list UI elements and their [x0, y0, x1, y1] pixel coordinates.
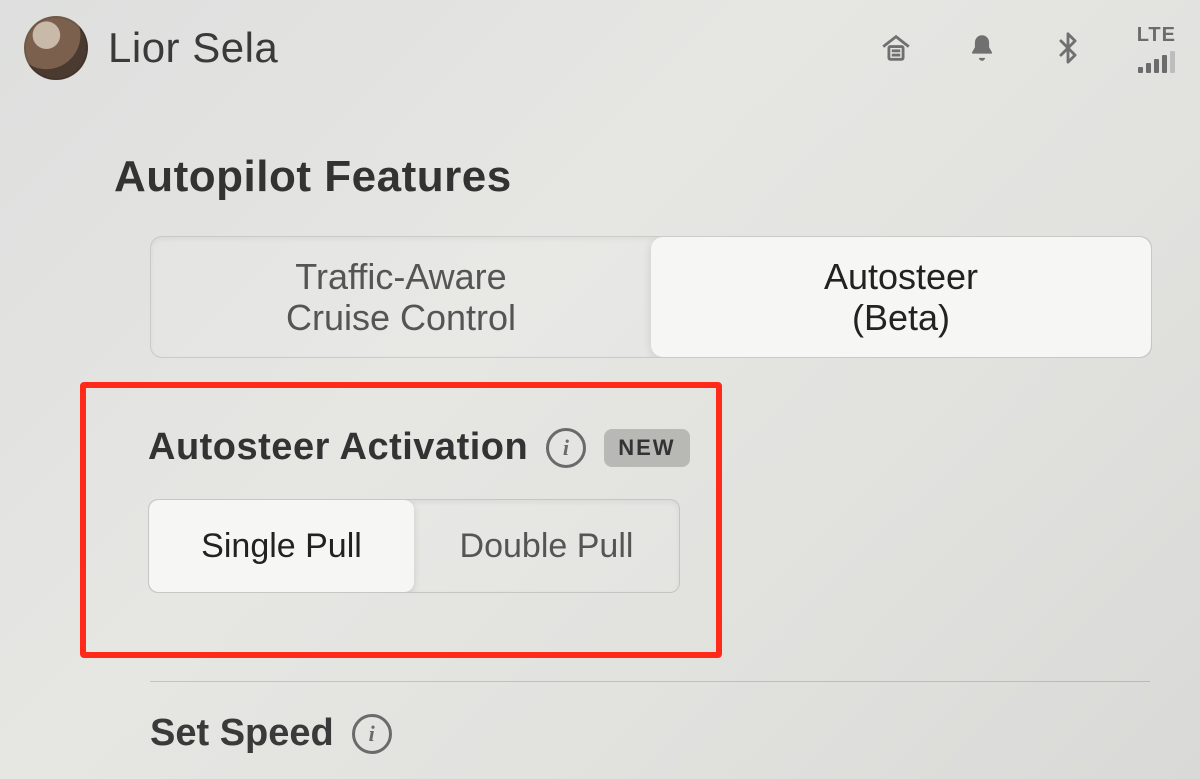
status-bar: Lior Sela LTE	[0, 8, 1200, 88]
activation-heading-row: Autosteer Activation i NEW	[148, 426, 1132, 469]
bluetooth-icon[interactable]	[1051, 31, 1085, 65]
profile-name: Lior Sela	[108, 24, 278, 72]
info-icon[interactable]: i	[546, 428, 586, 468]
signal-bars-icon	[1138, 51, 1175, 73]
signal-label: LTE	[1137, 24, 1176, 47]
homelink-icon[interactable]	[879, 31, 913, 65]
mode-option-autosteer[interactable]: Autosteer (Beta)	[651, 237, 1151, 357]
activation-heading: Autosteer Activation	[148, 426, 528, 469]
divider	[150, 681, 1150, 682]
status-icons: LTE	[879, 24, 1176, 73]
profile-chip[interactable]: Lior Sela	[24, 16, 278, 80]
set-speed-heading: Set Speed	[150, 712, 334, 755]
autopilot-mode-toggle: Traffic-Aware Cruise Control Autosteer (…	[150, 236, 1152, 358]
mode-option-tacc[interactable]: Traffic-Aware Cruise Control	[151, 237, 651, 357]
avatar	[24, 16, 88, 80]
new-badge: NEW	[604, 429, 689, 467]
cellular-signal[interactable]: LTE	[1137, 24, 1176, 73]
activation-option-single[interactable]: Single Pull	[149, 500, 414, 592]
activation-option-double[interactable]: Double Pull	[414, 500, 679, 592]
info-icon[interactable]: i	[352, 714, 392, 754]
autosteer-activation-group: Autosteer Activation i NEW Single Pull D…	[120, 406, 1160, 623]
bell-icon[interactable]	[965, 31, 999, 65]
activation-toggle: Single Pull Double Pull	[148, 499, 680, 593]
section-title: Autopilot Features	[114, 152, 1160, 202]
set-speed-row[interactable]: Set Speed i	[150, 712, 1160, 755]
settings-content: Autopilot Features Traffic-Aware Cruise …	[110, 140, 1160, 755]
